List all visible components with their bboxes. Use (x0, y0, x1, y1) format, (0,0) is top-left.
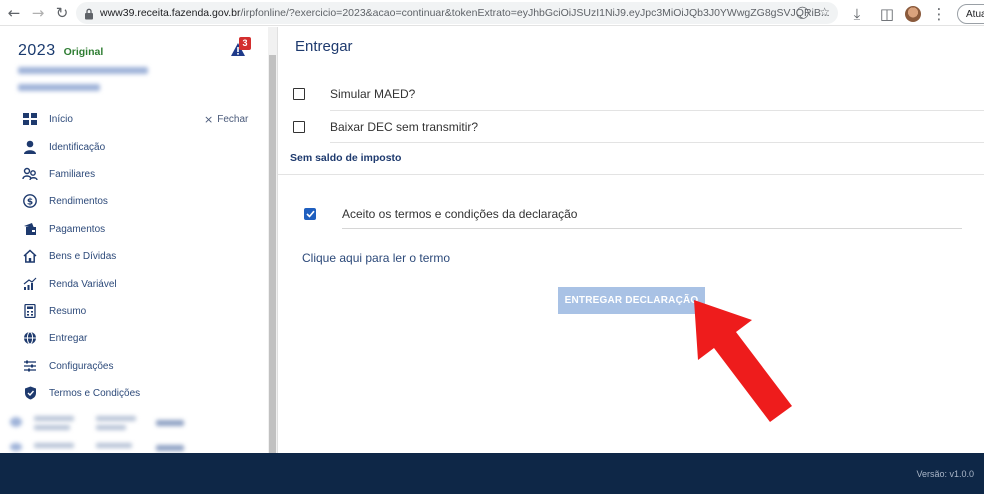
version-label: Versão: v1.0.0 (916, 469, 974, 479)
sidebar-item-label: Familiares (49, 168, 96, 180)
taxpayer-id-redacted (18, 84, 100, 91)
redacted-icon (10, 443, 22, 451)
sidebar-item-entregar[interactable]: Entregar (22, 328, 87, 348)
family-icon (22, 166, 38, 182)
globe-icon (22, 330, 38, 346)
download-icon[interactable]: ⤓ (845, 2, 869, 26)
pending-alerts[interactable]: 3 (230, 37, 252, 58)
url-path: /irpfonline/?exercicio=2023&acao=continu… (240, 7, 830, 19)
bookmark-star-icon[interactable]: ☆ (819, 5, 830, 19)
divider (342, 228, 962, 229)
declaration-status: Original (63, 46, 104, 58)
simular-maed-checkbox[interactable] (293, 88, 305, 100)
svg-text:$: $ (27, 197, 33, 207)
sidebar-item-termos-e-condicoes[interactable]: Termos e Condições (22, 383, 140, 403)
sidebar-item-label: Bens e Dívidas (49, 250, 117, 262)
footer: Versão: v1.0.0 (0, 453, 984, 494)
close-label: Fechar (217, 114, 249, 125)
sidebar-item-rendimentos[interactable]: $ Rendimentos (22, 191, 108, 211)
person-icon (22, 139, 38, 155)
lock-icon (84, 7, 94, 20)
option-label: Simular MAED? (330, 87, 416, 101)
redacted-text (34, 425, 70, 430)
accept-terms-checkbox[interactable] (304, 208, 316, 220)
url-actions: ◯ ☆ (796, 5, 830, 19)
back-icon[interactable]: ← (2, 1, 26, 25)
share-icon[interactable]: ◯ (796, 5, 809, 19)
sidebar-item-configuracoes[interactable]: Configurações (22, 356, 113, 376)
tax-balance-status: Sem saldo de imposto (290, 152, 402, 164)
redacted-text (96, 443, 132, 448)
sidebar-item-bens-e-dividas[interactable]: Bens e Dívidas (22, 246, 116, 266)
forward-icon[interactable]: → (26, 1, 50, 25)
sidebar-item-resumo[interactable]: Resumo (22, 301, 86, 321)
scrollbar-thumb[interactable] (269, 55, 276, 469)
sidebar-item-inicio[interactable]: Início (22, 109, 73, 129)
dollar-icon: $ (22, 193, 38, 209)
arrow-shape (694, 300, 792, 422)
sidebar-item-label: Início (49, 113, 73, 125)
declaration-year: 2023 (18, 42, 56, 59)
redacted-value (156, 420, 184, 426)
sidebar-item-label: Renda Variável (49, 278, 117, 290)
browser-toolbar: ← → ↻ www39.receita.fazenda.gov.br/irpfo… (0, 0, 984, 26)
redacted-value (156, 445, 184, 451)
page-title: Entregar (295, 38, 353, 55)
menu-dots-icon[interactable]: ⋮ (927, 2, 951, 26)
summary-redacted (0, 407, 268, 453)
shield-icon (22, 385, 38, 401)
divider (330, 142, 984, 143)
submit-declaration-button[interactable]: ENTREGAR DECLARAÇÃO (558, 287, 705, 314)
divider (278, 174, 984, 175)
sidebar-item-pagamentos[interactable]: Pagamentos (22, 219, 105, 239)
calculator-icon (22, 303, 38, 319)
option-label: Baixar DEC sem transmitir? (330, 120, 479, 134)
sidebar-item-identificacao[interactable]: Identificação (22, 137, 105, 157)
sliders-icon (22, 358, 38, 374)
sidebar-item-label: Termos e Condições (49, 387, 141, 399)
sidebar-item-label: Pagamentos (49, 223, 106, 235)
chart-icon (22, 276, 38, 292)
redacted-text (96, 425, 126, 430)
divider (330, 110, 984, 111)
option-simular-maed[interactable]: Simular MAED? (290, 80, 984, 108)
url-text: www39.receita.fazenda.gov.br/irpfonline/… (100, 7, 830, 19)
sidebar-item-label: Entregar (49, 332, 88, 344)
sidebar-item-familiares[interactable]: Familiares (22, 164, 95, 184)
sidebar-item-renda-variavel[interactable]: Renda Variável (22, 274, 117, 294)
grid-icon (22, 111, 38, 127)
redacted-text (96, 416, 136, 421)
accept-terms-row[interactable]: Aceito os termos e condições da declaraç… (304, 204, 577, 224)
option-baixar-dec[interactable]: Baixar DEC sem transmitir? (290, 113, 984, 141)
sidebar-item-label: Resumo (49, 305, 87, 317)
checkmark-icon (305, 210, 315, 218)
sidebar-item-label: Rendimentos (49, 195, 108, 207)
read-terms-link[interactable]: Clique aqui para ler o termo (302, 251, 450, 265)
payment-icon (22, 221, 38, 237)
sidebar-scrollbar[interactable] (268, 27, 277, 469)
browser-actions: ⤓ ◫ ⋮ Atualizar (845, 2, 984, 26)
redacted-text (34, 443, 74, 448)
close-menu-link[interactable]: × Fechar (204, 113, 248, 126)
address-bar[interactable]: www39.receita.fazenda.gov.br/irpfonline/… (76, 2, 838, 24)
profile-avatar[interactable] (905, 6, 921, 22)
alert-count-badge: 3 (239, 37, 251, 50)
taxpayer-name-redacted (18, 67, 148, 74)
house-icon (22, 248, 38, 264)
declaration-header: 2023 Original (18, 42, 103, 60)
redacted-text (34, 416, 74, 421)
side-panel-icon[interactable]: ◫ (875, 2, 899, 26)
sidebar-item-label: Identificação (49, 141, 106, 153)
baixar-dec-checkbox[interactable] (293, 121, 305, 133)
reload-icon[interactable]: ↻ (50, 1, 74, 25)
update-button[interactable]: Atualizar (957, 4, 984, 24)
redacted-icon (10, 417, 22, 427)
annotation-arrow-icon (694, 300, 792, 422)
accept-terms-label: Aceito os termos e condições da declaraç… (342, 207, 578, 221)
url-host: www39.receita.fazenda.gov.br (100, 7, 241, 19)
close-icon: × (204, 113, 214, 126)
sidebar-item-label: Configurações (49, 360, 114, 372)
